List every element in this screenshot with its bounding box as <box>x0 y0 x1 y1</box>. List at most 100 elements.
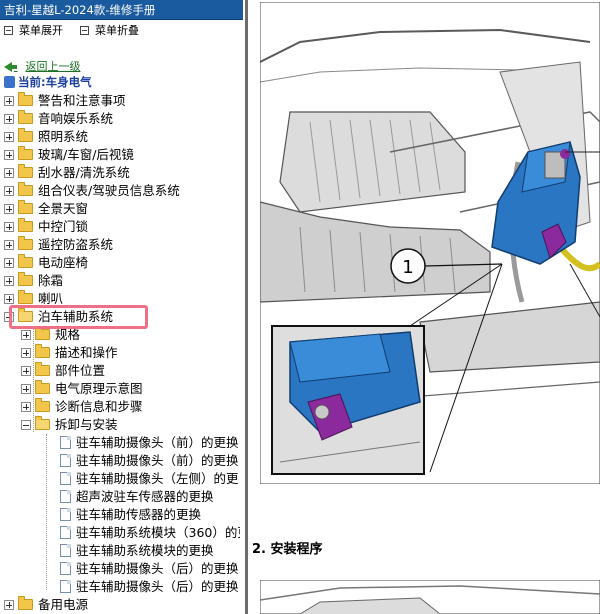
document-icon <box>60 508 71 521</box>
tree-item-label: 电气原理示意图 <box>55 381 143 396</box>
tree-item-label: 除霜 <box>38 273 64 288</box>
tree-item[interactable]: 刮水器/清洗系统 <box>0 164 245 182</box>
expand-toggle-icon[interactable] <box>4 258 14 268</box>
collapse-icon <box>80 25 89 35</box>
expand-toggle-icon[interactable] <box>4 240 14 250</box>
document-icon <box>60 436 71 449</box>
tree-item-label: 音响娱乐系统 <box>38 111 114 126</box>
expand-toggle-icon[interactable] <box>4 132 14 142</box>
tree-item-label: 刮水器/清洗系统 <box>38 165 130 180</box>
expand-toggle-icon[interactable] <box>4 96 14 106</box>
selection-highlight <box>9 305 148 329</box>
tree-item-label: 诊断信息和步骤 <box>55 399 143 414</box>
tree-item-label: 描述和操作 <box>55 345 118 360</box>
tree-document[interactable]: 超声波驻车传感器的更换 <box>0 488 245 506</box>
document-icon <box>60 526 71 539</box>
tree-item[interactable]: 电动座椅 <box>0 254 245 272</box>
tree-item[interactable]: 备用电源 <box>0 596 245 614</box>
tree-item-label: 电动座椅 <box>38 255 89 270</box>
document-icon <box>60 490 71 503</box>
tree-document[interactable]: 驻车辅助摄像头（后）的更换 <box>0 560 245 578</box>
folder-icon <box>18 146 33 160</box>
tree-item[interactable]: 部件位置 <box>0 362 245 380</box>
tree-item-label: 超声波驻车传感器的更换 <box>76 489 214 504</box>
tree-item[interactable]: 照明系统 <box>0 128 245 146</box>
expand-toggle-icon[interactable] <box>4 114 14 124</box>
tree-item-label: 拆卸与安装 <box>55 417 118 432</box>
tree-document[interactable]: 驻车辅助系统模块（360）的更 <box>0 524 245 542</box>
current-section: 当前:车身电气 <box>4 74 92 90</box>
expand-toggle-icon[interactable] <box>4 294 14 304</box>
tree-item-label: 驻车辅助摄像头（左侧）的更 <box>76 471 239 486</box>
expand-icon <box>4 25 13 35</box>
expand-toggle-icon[interactable] <box>4 204 14 214</box>
tree-item[interactable]: 遥控防盗系统 <box>0 236 245 254</box>
tree-item[interactable]: 拆卸与安装 <box>0 416 245 434</box>
tree-item-label: 驻车辅助摄像头（前）的更换 <box>76 453 239 468</box>
tree-item-label: 全景天窗 <box>38 201 89 216</box>
folder-icon <box>35 380 50 394</box>
expand-toggle-icon[interactable] <box>4 600 14 610</box>
install-illustration <box>260 580 600 614</box>
folder-icon <box>18 92 33 106</box>
collapse-menu-button[interactable]: 菜单折叠 <box>80 22 139 40</box>
tree-connector <box>46 434 47 590</box>
module-location-illustration: 1 <box>260 2 600 484</box>
tree-item[interactable]: 描述和操作 <box>0 344 245 362</box>
callout-1-label: 1 <box>402 257 413 278</box>
folder-icon <box>18 128 33 142</box>
tree-toolbar: 菜单展开 菜单折叠 <box>0 22 243 40</box>
expand-toggle-icon[interactable] <box>21 402 31 412</box>
document-icon <box>60 454 71 467</box>
tree-item[interactable]: 警告和注意事项 <box>0 92 245 110</box>
folder-icon <box>18 200 33 214</box>
tree-item-label: 警告和注意事项 <box>38 93 126 108</box>
tree-document[interactable]: 驻车辅助传感器的更换 <box>0 506 245 524</box>
expand-menu-button[interactable]: 菜单展开 <box>4 22 63 40</box>
folder-icon <box>18 182 33 196</box>
folder-icon <box>18 272 33 286</box>
folder-icon <box>18 236 33 250</box>
tree-document[interactable]: 驻车辅助摄像头（后）的更换 <box>0 578 245 596</box>
tree-item-label: 驻车辅助摄像头（前）的更换 <box>76 435 239 450</box>
expand-toggle-icon[interactable] <box>4 276 14 286</box>
tree-item[interactable]: 组合仪表/驾驶员信息系统 <box>0 182 245 200</box>
tree-document[interactable]: 驻车辅助摄像头（左侧）的更 <box>0 470 245 488</box>
tree-item-label: 驻车辅助摄像头（后）的更换 <box>76 561 239 576</box>
expand-toggle-icon[interactable] <box>21 330 31 340</box>
tree-document[interactable]: 驻车辅助摄像头（前）的更换 <box>0 434 245 452</box>
tree-item-label: 遥控防盗系统 <box>38 237 114 252</box>
tree-item-label: 玻璃/车窗/后视镜 <box>38 147 134 162</box>
expand-toggle-icon[interactable] <box>4 186 14 196</box>
expand-toggle-icon[interactable] <box>21 384 31 394</box>
expand-toggle-icon[interactable] <box>4 150 14 160</box>
document-icon <box>60 562 71 575</box>
tree-item-label: 中控门锁 <box>38 219 89 234</box>
tree-item[interactable]: 诊断信息和步骤 <box>0 398 245 416</box>
tree-item[interactable]: 电气原理示意图 <box>0 380 245 398</box>
tree-item[interactable]: 中控门锁 <box>0 218 245 236</box>
expand-toggle-icon[interactable] <box>21 366 31 376</box>
tree-item[interactable]: 玻璃/车窗/后视镜 <box>0 146 245 164</box>
back-link[interactable]: 返回上一级 <box>4 58 81 74</box>
folder-icon <box>18 218 33 232</box>
folder-open-icon <box>35 416 50 430</box>
step-heading: 2. 安装程序 <box>252 542 323 557</box>
folder-icon <box>35 344 50 358</box>
tree-item[interactable]: 音响娱乐系统 <box>0 110 245 128</box>
tree-item[interactable]: 除霜 <box>0 272 245 290</box>
folder-icon <box>35 326 50 340</box>
page-icon <box>4 75 15 88</box>
folder-icon <box>35 398 50 412</box>
tree-item-label: 组合仪表/驾驶员信息系统 <box>38 183 180 198</box>
collapse-toggle-icon[interactable] <box>21 420 31 430</box>
tree-item-label: 部件位置 <box>55 363 106 378</box>
tree-item[interactable]: 全景天窗 <box>0 200 245 218</box>
tree-document[interactable]: 驻车辅助摄像头（前）的更换 <box>0 452 245 470</box>
tree-document[interactable]: 驻车辅助系统模块的更换 <box>0 542 245 560</box>
expand-toggle-icon[interactable] <box>4 222 14 232</box>
content-pane: 1 2. 安装程序 <box>248 0 600 614</box>
expand-toggle-icon[interactable] <box>4 168 14 178</box>
expand-toggle-icon[interactable] <box>21 348 31 358</box>
document-icon <box>60 544 71 557</box>
